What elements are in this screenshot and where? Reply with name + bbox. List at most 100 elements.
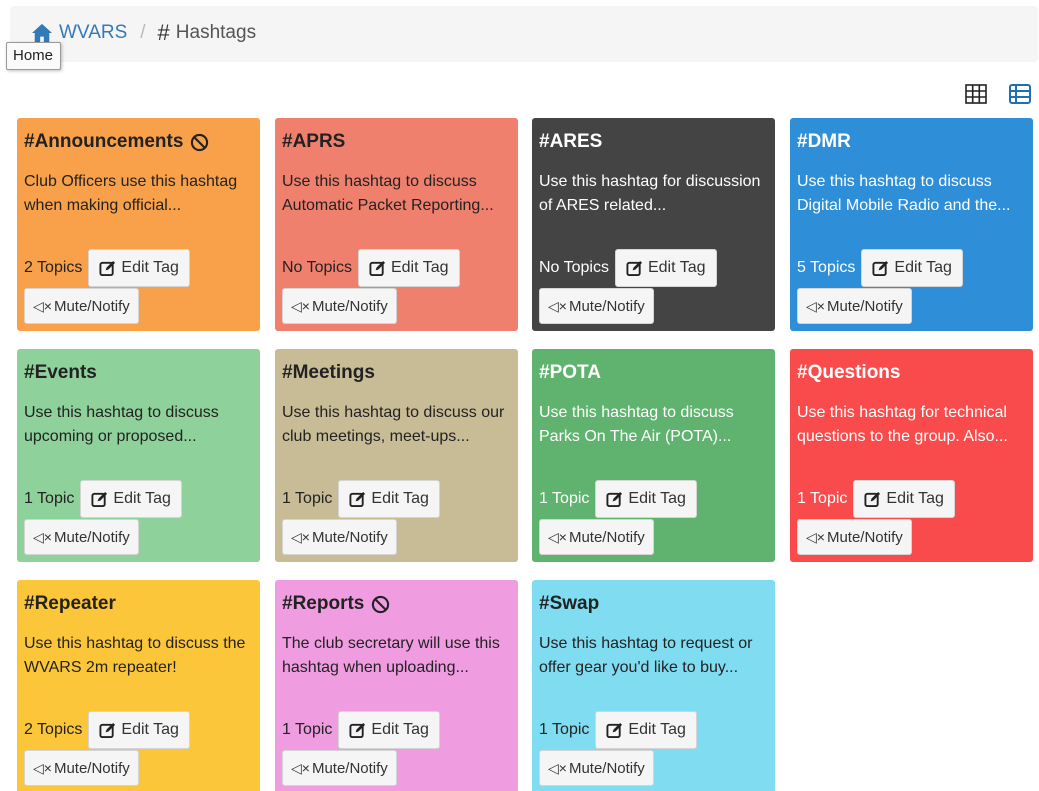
hashtag-description: The club secretary will use this hashtag… [282,635,500,676]
mute-notify-button[interactable]: ◁× Mute/Notify [539,519,654,555]
edit-tag-label: Edit Tag [121,259,179,276]
edit-tag-button[interactable]: Edit Tag [614,249,717,287]
mute-notify-label: Mute/Notify [568,528,645,546]
topic-count[interactable]: 1 Topic [539,490,589,508]
topic-count[interactable]: 1 Topic [539,721,589,739]
breadcrumb-home-link[interactable]: WVARS [31,22,127,44]
edit-icon [626,260,643,276]
hashtag-card[interactable]: #Repeater Use this hashtag to discuss the… [17,580,260,791]
hashtag-icon: # [157,19,170,45]
edit-icon [91,491,108,507]
hashtag-card[interactable]: #Swap Use this hashtag to request or offe… [532,580,775,791]
grid-icon[interactable] [964,82,988,106]
hashtag-card[interactable]: #Events Use this hashtag to discuss upcom… [17,349,260,562]
mute-notify-label: Mute/Notify [53,759,130,777]
edit-tag-button[interactable]: Edit Tag [80,480,182,518]
topic-count[interactable]: 1 Topic [797,490,847,508]
hashtag-title[interactable]: #Swap [539,592,767,616]
edit-icon [606,491,623,507]
mute-icon: ◁× [33,528,52,545]
mute-notify-button[interactable]: ◁× Mute/Notify [539,288,654,324]
hashtag-card[interactable]: #APRS Use this hashtag to discuss Automat… [275,118,518,331]
hashtag-title[interactable]: #Questions [797,361,1025,385]
mute-notify-button[interactable]: ◁× Mute/Notify [797,519,912,555]
topic-count[interactable]: 1 Topic [24,490,74,508]
hashtag-card[interactable]: #Meetings Use this hashtag to discuss our… [275,349,518,562]
restricted-icon [372,595,390,613]
breadcrumb: WVARS / # Hashtags [10,6,1038,62]
hashtag-description: Use this hashtag to discuss Digital Mobi… [797,173,1011,214]
hashtag-title-text: #DMR [797,131,851,152]
edit-icon [99,722,116,738]
mute-notify-button[interactable]: ◁× Mute/Notify [24,750,139,786]
breadcrumb-current: # Hashtags [158,20,257,46]
hashtag-card[interactable]: #Announcements Club Officers use this has… [17,118,260,331]
hashtag-title[interactable]: #Reports [282,592,510,616]
card-footer: No Topics Edit Tag ◁× Mute/Notify [282,249,512,324]
mute-notify-label: Mute/Notify [53,528,130,546]
mute-icon: ◁× [548,528,567,545]
edit-icon [864,491,881,507]
mute-notify-button[interactable]: ◁× Mute/Notify [539,750,654,786]
mute-notify-button[interactable]: ◁× Mute/Notify [24,519,139,555]
view-toggle [964,82,1032,106]
mute-notify-label: Mute/Notify [568,297,645,315]
mute-icon: ◁× [291,528,310,545]
edit-tag-button[interactable]: Edit Tag [88,249,190,287]
card-footer: 1 Topic Edit Tag ◁× Mute/Notify [539,711,769,786]
list-icon[interactable] [1008,82,1032,106]
mute-notify-label: Mute/Notify [53,297,130,315]
hashtag-title-text: #APRS [282,131,346,152]
hashtag-title[interactable]: #APRS [282,130,510,154]
hashtag-card[interactable]: #Questions Use this hashtag for technical… [790,349,1033,562]
edit-tag-button[interactable]: Edit Tag [595,711,697,749]
topic-count[interactable]: 1 Topic [282,490,332,508]
mute-notify-button[interactable]: ◁× Mute/Notify [282,519,397,555]
hashtag-description: Use this hashtag for technical questions… [797,404,1008,445]
mute-icon: ◁× [548,297,567,314]
hashtag-card[interactable]: #Reports The club secretary will use this… [275,580,518,791]
topic-count[interactable]: 2 Topics [24,721,82,739]
mute-icon: ◁× [33,297,52,314]
card-footer: 2 Topics Edit Tag ◁× Mute/Notify [24,711,254,786]
edit-tag-button[interactable]: Edit Tag [88,711,190,749]
edit-tag-button[interactable]: Edit Tag [853,480,955,518]
card-footer: 5 Topics Edit Tag ◁× Mute/Notify [797,249,1027,324]
hashtag-title[interactable]: #Meetings [282,361,510,385]
edit-tag-button[interactable]: Edit Tag [338,711,440,749]
hashtag-title-text: #Events [24,362,97,383]
hashtag-description: Use this hashtag to discuss Automatic Pa… [282,173,494,214]
edit-tag-button[interactable]: Edit Tag [861,249,963,287]
hashtag-description: Use this hashtag to discuss upcoming or … [24,404,219,445]
topic-count[interactable]: No Topics [282,259,352,277]
hashtag-description: Use this hashtag to discuss the WVARS 2m… [24,635,246,676]
hashtag-title[interactable]: #Events [24,361,252,385]
hashtag-description: Use this hashtag to request or offer gea… [539,635,753,676]
mute-notify-button[interactable]: ◁× Mute/Notify [24,288,139,324]
hashtag-card[interactable]: #ARES Use this hashtag for discussion of … [532,118,775,331]
hashtag-title[interactable]: #POTA [539,361,767,385]
mute-notify-button[interactable]: ◁× Mute/Notify [282,288,397,324]
hashtag-title[interactable]: #DMR [797,130,1025,154]
topic-count[interactable]: 1 Topic [282,721,332,739]
mute-notify-button[interactable]: ◁× Mute/Notify [282,750,397,786]
topic-count[interactable]: 5 Topics [797,259,855,277]
edit-tag-button[interactable]: Edit Tag [357,249,460,287]
hashtag-title[interactable]: #Repeater [24,592,252,616]
edit-tag-button[interactable]: Edit Tag [338,480,440,518]
edit-tag-button[interactable]: Edit Tag [595,480,697,518]
hashtag-description: Club Officers use this hashtag when maki… [24,173,238,214]
mute-notify-label: Mute/Notify [311,528,388,546]
hashtag-card[interactable]: #DMR Use this hashtag to discuss Digital … [790,118,1033,331]
topic-count[interactable]: 2 Topics [24,259,82,277]
hashtag-title[interactable]: #Announcements [24,130,252,154]
topic-count[interactable]: No Topics [539,259,609,277]
mute-notify-button[interactable]: ◁× Mute/Notify [797,288,912,324]
edit-icon [349,491,366,507]
mute-icon: ◁× [806,528,825,545]
hashtag-title[interactable]: #ARES [539,130,767,154]
mute-notify-label: Mute/Notify [311,759,388,777]
hashtag-card[interactable]: #POTA Use this hashtag to discuss Parks O… [532,349,775,562]
card-footer: 1 Topic Edit Tag ◁× Mute/Notify [24,480,254,555]
hashtag-title-text: #Meetings [282,362,375,383]
